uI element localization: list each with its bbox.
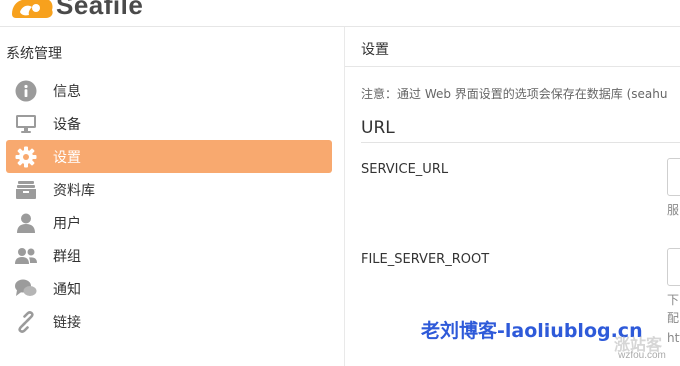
sidebar-item-label: 通知 [53, 281, 81, 298]
info-icon [14, 79, 38, 103]
link-icon [14, 310, 38, 334]
file-server-root-input[interactable] [667, 248, 680, 286]
library-icon [14, 178, 38, 202]
monitor-icon [14, 112, 38, 136]
section-divider [361, 142, 680, 143]
site-watermark-domain: wzfou.com [618, 350, 666, 361]
section-heading-url: URL [361, 118, 395, 138]
sidebar-nav: 信息 设备 设置 资料库 用户 群组 通知 链接 [6, 74, 332, 338]
sidebar-item-users[interactable]: 用户 [6, 206, 332, 239]
admin-sidebar: 系统管理 信息 设备 设置 资料库 用户 群组 通知 链接 [0, 27, 345, 366]
sidebar-item-groups[interactable]: 群组 [6, 239, 332, 272]
file-server-root-label: FILE_SERVER_ROOT [361, 252, 490, 267]
seafile-logo-icon [12, 0, 53, 18]
service-url-input[interactable] [667, 158, 680, 196]
page-title: 设置 [361, 42, 389, 58]
group-icon [14, 244, 38, 268]
sidebar-item-devices[interactable]: 设备 [6, 107, 332, 140]
sidebar-item-label: 设备 [53, 116, 81, 133]
sidebar-item-label: 信息 [53, 83, 81, 100]
settings-notice: 注意：通过 Web 界面设置的选项会保存在数据库 (seahu [361, 87, 668, 101]
sidebar-item-label: 设置 [53, 149, 81, 166]
sidebar-item-settings[interactable]: 设置 [6, 140, 332, 173]
user-icon [14, 211, 38, 235]
service-url-help: 服 [667, 203, 680, 217]
sidebar-item-info[interactable]: 信息 [6, 74, 332, 107]
sidebar-item-notifications[interactable]: 通知 [6, 272, 332, 305]
top-header: Seafile [0, 0, 680, 27]
service-url-label: SERVICE_URL [361, 162, 449, 177]
sidebar-item-label: 资料库 [53, 182, 95, 199]
chat-bubbles-icon [14, 277, 38, 301]
main-header: 设置 [345, 27, 680, 67]
sidebar-item-links[interactable]: 链接 [6, 305, 332, 338]
file-server-root-help-line: 下 [667, 293, 680, 307]
gear-icon [14, 145, 38, 169]
seafile-logo[interactable]: Seafile [8, 0, 143, 20]
file-server-root-help-line: 配 [667, 311, 680, 325]
sidebar-item-label: 用户 [53, 215, 81, 232]
sidebar-item-label: 群组 [53, 248, 81, 265]
sidebar-item-label: 链接 [53, 314, 81, 331]
sidebar-item-libraries[interactable]: 资料库 [6, 173, 332, 206]
logo-text: Seafile [56, 0, 144, 20]
sidebar-title: 系统管理 [6, 46, 62, 62]
